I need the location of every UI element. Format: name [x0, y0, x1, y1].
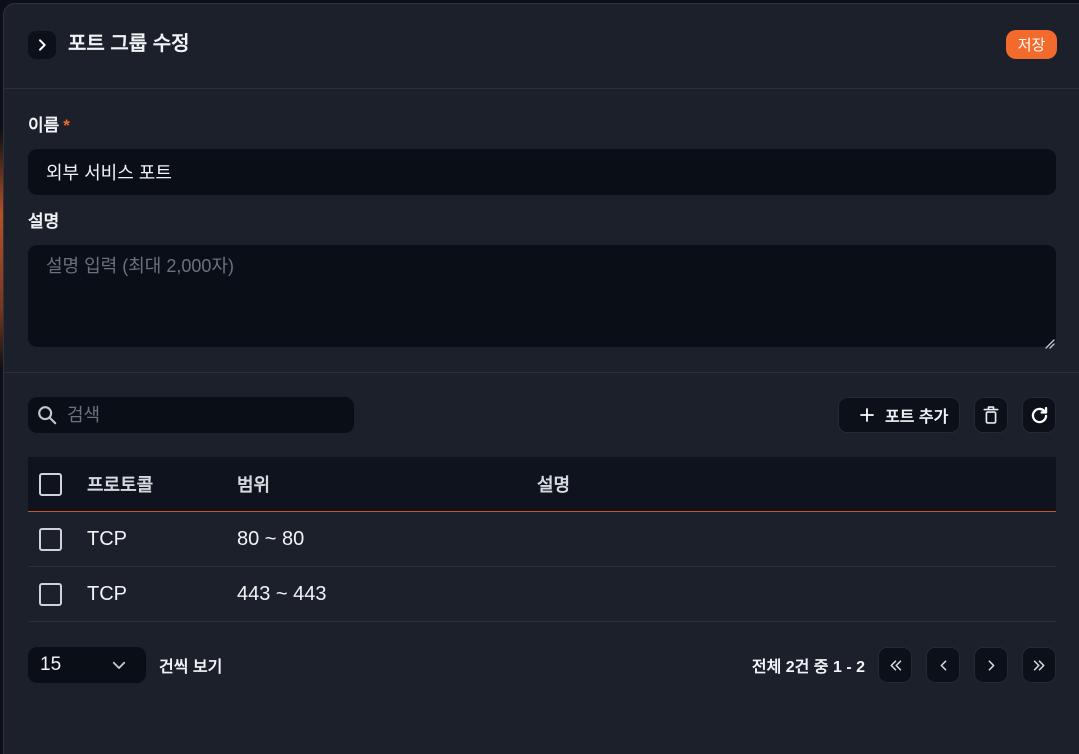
page-size-value: 15	[40, 654, 62, 675]
row-checkbox[interactable]	[39, 527, 62, 551]
name-field-label: 이름 *	[28, 115, 70, 137]
last-page-button[interactable]	[1022, 647, 1056, 683]
page-size-select[interactable]: 15	[28, 647, 146, 683]
select-all-checkbox[interactable]	[39, 472, 62, 496]
next-page-button[interactable]	[974, 647, 1008, 683]
save-button[interactable]: 저장	[1006, 30, 1057, 59]
name-label-text: 이름	[28, 116, 60, 135]
refresh-button[interactable]	[1022, 397, 1056, 433]
delete-button[interactable]	[974, 397, 1008, 433]
row-protocol: TCP	[87, 527, 127, 550]
pagination-summary: 전체 2건 중 1 - 2	[751, 659, 865, 676]
section-divider	[4, 372, 1079, 373]
chevron-left-icon	[940, 659, 946, 671]
select-all-cell	[39, 457, 62, 511]
column-header-description: 설명	[537, 475, 571, 495]
panel-title: 포트 그룹 수정	[68, 33, 190, 55]
row-protocol: TCP	[87, 582, 127, 605]
ports-table: 프로토콜 범위 설명 TCP 80 ~ 80 TCP 443 ~ 443	[28, 457, 1056, 622]
row-range: 443 ~ 443	[237, 582, 327, 605]
edit-port-group-panel: 포트 그룹 수정 저장 이름* 설명 포트 추가 프로토콜 범위	[3, 3, 1079, 754]
chevron-right-icon	[988, 659, 994, 671]
chevrons-right-icon	[1033, 659, 1045, 671]
first-page-button[interactable]	[878, 647, 912, 683]
chevrons-left-icon	[889, 659, 901, 671]
row-range: 80 ~ 80	[237, 527, 305, 550]
collapse-panel-button[interactable]	[28, 31, 56, 59]
panel-header: 포트 그룹 수정 저장	[4, 4, 1079, 89]
search-box	[28, 397, 354, 433]
trash-icon	[983, 406, 999, 424]
previous-page-button[interactable]	[926, 647, 960, 683]
table-row[interactable]: TCP 80 ~ 80	[28, 512, 1056, 567]
search-input[interactable]	[28, 397, 354, 433]
add-port-label: 포트 추가	[885, 409, 949, 426]
name-input[interactable]	[28, 149, 1056, 195]
chevron-right-icon	[39, 39, 46, 51]
plus-icon	[860, 408, 874, 422]
description-field-label: 설명	[28, 211, 59, 233]
column-header-protocol: 프로토콜	[87, 475, 154, 495]
chevron-down-icon	[112, 661, 126, 669]
resize-handle-icon[interactable]	[1045, 336, 1055, 349]
row-checkbox[interactable]	[39, 582, 62, 606]
required-mark: *	[63, 116, 70, 135]
column-header-range: 범위	[237, 475, 271, 495]
page-size-suffix: 건씩 보기	[159, 659, 223, 676]
add-port-button[interactable]: 포트 추가	[838, 397, 960, 433]
description-label-text: 설명	[28, 212, 60, 231]
refresh-icon	[1031, 406, 1047, 423]
table-header-row: 프로토콜 범위 설명	[28, 457, 1056, 512]
row-select-cell	[39, 567, 62, 621]
description-textarea[interactable]	[28, 245, 1056, 347]
row-select-cell	[39, 512, 62, 566]
table-row[interactable]: TCP 443 ~ 443	[28, 567, 1056, 622]
